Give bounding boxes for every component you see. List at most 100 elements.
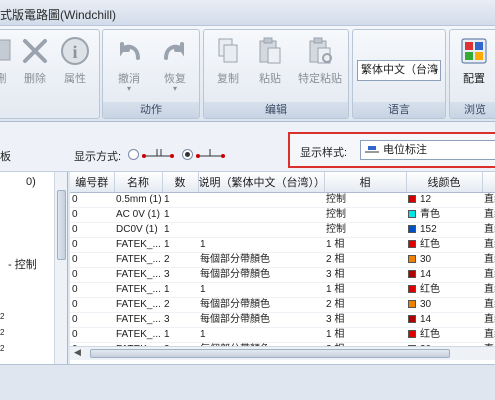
- cell-phase[interactable]: 控制: [324, 222, 406, 238]
- cell-name[interactable]: FATEK_...: [114, 267, 162, 283]
- cell-group[interactable]: 0: [70, 207, 114, 223]
- cell-name[interactable]: AC 0V (1): [114, 207, 162, 223]
- undo-button[interactable]: 撤消 ▾: [109, 34, 149, 96]
- col-header-name[interactable]: 名称: [114, 172, 163, 193]
- tree-item[interactable]: 2: [0, 312, 4, 321]
- cell-name[interactable]: FATEK_...: [114, 252, 162, 268]
- cell-extra[interactable]: 直线: [482, 222, 495, 238]
- cell-group[interactable]: 0: [70, 282, 114, 298]
- col-header-desc[interactable]: 说明（繁体中文（台湾））: [198, 172, 325, 193]
- table-row[interactable]: 0AC 0V (1)1 控制青色直线: [70, 207, 495, 223]
- cell-phase[interactable]: 3 相: [324, 267, 406, 283]
- cell-count[interactable]: 2: [162, 252, 198, 268]
- language-select[interactable]: 繁体中文（台湾 ▾: [357, 60, 441, 81]
- cell-extra[interactable]: 直线: [482, 207, 495, 223]
- col-header-group[interactable]: 编号群: [70, 172, 115, 193]
- cell-color[interactable]: 红色: [406, 237, 482, 253]
- cell-color[interactable]: 30: [406, 252, 482, 268]
- cell-name[interactable]: FATEK_...: [114, 237, 162, 253]
- cell-desc[interactable]: [198, 192, 324, 208]
- properties-button[interactable]: i 属性: [55, 34, 95, 96]
- cell-name[interactable]: FATEK_...: [114, 297, 162, 313]
- cell-phase[interactable]: 3 相: [324, 312, 406, 328]
- cell-desc[interactable]: 每個部分帶顏色: [198, 312, 324, 328]
- cell-color[interactable]: 14: [406, 312, 482, 328]
- cell-name[interactable]: FATEK_...: [114, 327, 162, 343]
- cell-count[interactable]: 1: [162, 222, 198, 238]
- cell-name[interactable]: DC0V (1): [114, 222, 162, 238]
- cell-count[interactable]: 1: [162, 192, 198, 208]
- cell-phase[interactable]: 控制: [324, 192, 406, 208]
- cell-group[interactable]: 0: [70, 237, 114, 253]
- scroll-thumb[interactable]: [90, 349, 450, 358]
- col-header-color[interactable]: 线颜色: [406, 172, 483, 193]
- cell-color[interactable]: 14: [406, 267, 482, 283]
- table-hscrollbar[interactable]: ◀: [70, 346, 495, 360]
- col-header-phase[interactable]: 相: [324, 172, 407, 193]
- cell-color[interactable]: 12: [406, 192, 482, 208]
- table-row[interactable]: 0FATEK_...111 相红色直线: [70, 237, 495, 253]
- cell-desc[interactable]: 每個部分帶顏色: [198, 252, 324, 268]
- cell-count[interactable]: 3: [162, 312, 198, 328]
- col-header-count[interactable]: 数: [162, 172, 199, 193]
- cell-extra[interactable]: 直线: [482, 267, 495, 283]
- cell-phase[interactable]: 控制: [324, 207, 406, 223]
- cell-color[interactable]: 红色: [406, 282, 482, 298]
- config-button[interactable]: 配置: [454, 34, 494, 96]
- table-row[interactable]: 00.5mm (1)1 控制12直线: [70, 192, 495, 208]
- cell-count[interactable]: 1: [162, 282, 198, 298]
- cell-phase[interactable]: 1 相: [324, 327, 406, 343]
- cell-color[interactable]: 青色: [406, 207, 482, 223]
- cell-extra[interactable]: 直线: [482, 282, 495, 298]
- cell-desc[interactable]: 1: [198, 237, 324, 253]
- tree-item[interactable]: - 控制: [8, 256, 37, 272]
- table-row[interactable]: 0FATEK_...2每個部分帶顏色2 相30直线: [70, 297, 495, 313]
- cell-group[interactable]: 0: [70, 297, 114, 313]
- cell-count[interactable]: 1: [162, 207, 198, 223]
- cell-group[interactable]: 0: [70, 192, 114, 208]
- cell-desc[interactable]: [198, 207, 324, 223]
- paste-special-button[interactable]: 特定粘贴: [292, 34, 348, 96]
- cell-color[interactable]: 红色: [406, 327, 482, 343]
- cell-group[interactable]: 0: [70, 252, 114, 268]
- scroll-thumb[interactable]: [57, 190, 66, 260]
- cell-group[interactable]: 0: [70, 312, 114, 328]
- cell-count[interactable]: 2: [162, 297, 198, 313]
- table-row[interactable]: 0FATEK_...111 相红色直线: [70, 327, 495, 343]
- cell-desc[interactable]: [198, 222, 324, 238]
- cell-extra[interactable]: 直线: [482, 312, 495, 328]
- table-row[interactable]: 0FATEK_...3每個部分帶顏色3 相14直线: [70, 312, 495, 328]
- cell-extra[interactable]: 直线: [482, 237, 495, 253]
- table-row[interactable]: 0FATEK_...2每個部分帶顏色2 相30直线: [70, 252, 495, 268]
- cell-group[interactable]: 0: [70, 222, 114, 238]
- paste-button[interactable]: 粘贴: [250, 34, 290, 96]
- cell-extra[interactable]: 直线: [482, 252, 495, 268]
- redo-dropdown-icon[interactable]: ▾: [155, 84, 195, 93]
- cell-desc[interactable]: 每個部分帶顏色: [198, 267, 324, 283]
- tree-item[interactable]: 2: [0, 328, 4, 337]
- display-mode-radio-2[interactable]: [182, 149, 193, 160]
- cell-name[interactable]: 0.5mm (1): [114, 192, 162, 208]
- cell-count[interactable]: 1: [162, 237, 198, 253]
- delete-button[interactable]: 删除: [15, 34, 55, 96]
- cell-phase[interactable]: 1 相: [324, 237, 406, 253]
- cell-phase[interactable]: 2 相: [324, 252, 406, 268]
- cell-name[interactable]: FATEK_...: [114, 312, 162, 328]
- display-style-select[interactable]: 电位标注: [360, 140, 495, 160]
- cell-color[interactable]: 152: [406, 222, 482, 238]
- table-row[interactable]: 0FATEK_...111 相红色直线: [70, 282, 495, 298]
- cell-phase[interactable]: 1 相: [324, 282, 406, 298]
- cell-extra[interactable]: 直线: [482, 297, 495, 313]
- cell-count[interactable]: 3: [162, 267, 198, 283]
- table-row[interactable]: 0FATEK_...3每個部分帶顏色3 相14直线: [70, 267, 495, 283]
- cell-extra[interactable]: 直线: [482, 327, 495, 343]
- cell-name[interactable]: FATEK_...: [114, 282, 162, 298]
- cell-group[interactable]: 0: [70, 327, 114, 343]
- cell-desc[interactable]: 1: [198, 282, 324, 298]
- tree-item[interactable]: 0): [26, 176, 36, 188]
- redo-button[interactable]: 恢复 ▾: [155, 34, 195, 96]
- cell-color[interactable]: 30: [406, 297, 482, 313]
- tree-item[interactable]: 2: [0, 344, 4, 353]
- tree-scrollbar[interactable]: [54, 172, 67, 364]
- cell-count[interactable]: 1: [162, 327, 198, 343]
